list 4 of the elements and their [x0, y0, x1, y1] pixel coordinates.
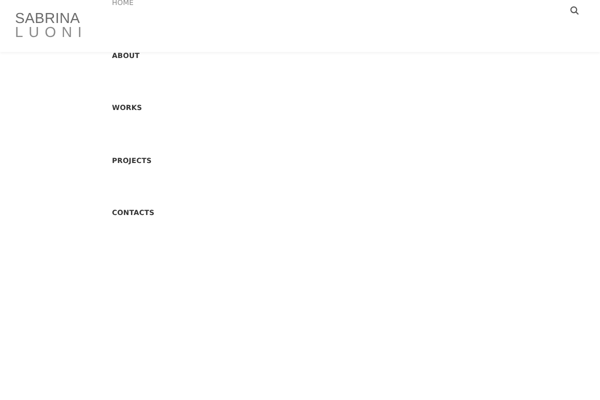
logo[interactable]: SABRINA LUONI: [0, 0, 112, 400]
logo-text: SABRINA: [15, 13, 80, 26]
search-icon[interactable]: [570, 6, 579, 15]
logo-text: LUONI: [15, 26, 88, 40]
